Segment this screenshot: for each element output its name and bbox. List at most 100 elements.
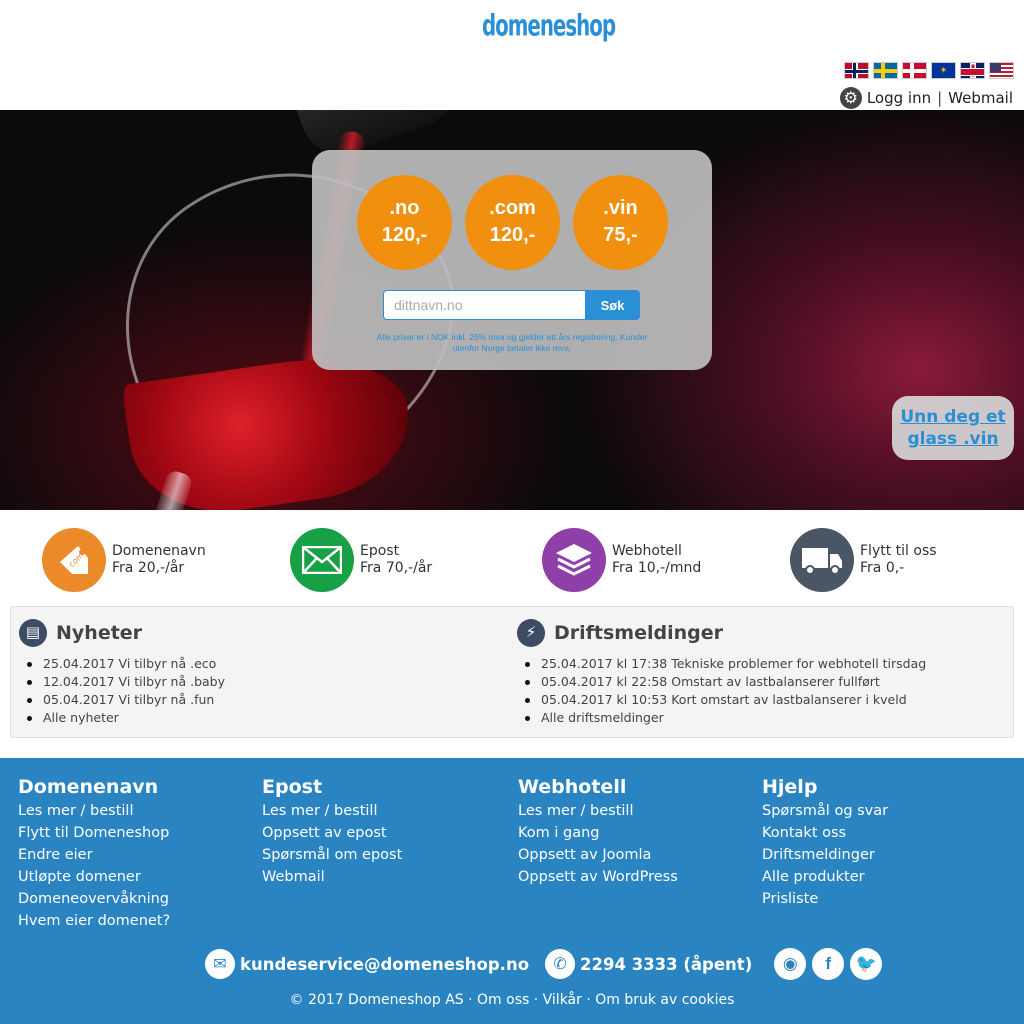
ops-item[interactable]: 05.04.2017 kl 10:53 Kort omstart av last… — [525, 691, 926, 709]
footer-heading: Domenenavn — [18, 776, 159, 798]
footer-column-domenenavn: Domenenavn Les mer / bestill Flytt til D… — [18, 776, 170, 932]
footer-link[interactable]: Oppsett av WordPress — [518, 866, 678, 888]
news-item[interactable]: 12.04.2017 Vi tilbyr nå .baby — [27, 673, 225, 691]
product-price: Fra 20,-/år — [112, 560, 185, 576]
news-title: Nyheter — [56, 622, 143, 644]
product-webhotell[interactable]: Webhotell Fra 10,-/mnd — [542, 528, 701, 592]
all-news-link[interactable]: Alle nyheter — [27, 709, 225, 727]
footer-column-webhotell: Webhotell Les mer / bestill Kom i gang O… — [518, 776, 678, 888]
product-title: Webhotell — [612, 543, 682, 559]
footer-column-hjelp: Hjelp Spørsmål og svar Kontakt oss Drift… — [762, 776, 888, 910]
footer-link[interactable]: Spørsmål og svar — [762, 800, 888, 822]
facebook-icon[interactable]: f — [812, 948, 845, 980]
footer-link[interactable]: Spørsmål om epost — [262, 844, 402, 866]
product-price: Fra 70,-/år — [360, 560, 433, 576]
footer-link[interactable]: Prisliste — [762, 888, 888, 910]
footer-heading: Webhotell — [518, 776, 627, 798]
price-circle-vin[interactable]: .vin 75,- — [573, 175, 668, 270]
footer-link[interactable]: Kontakt oss — [762, 822, 888, 844]
news-column: ▤ Nyheter 25.04.2017 Vi tilbyr nå .eco 1… — [19, 619, 225, 727]
sweden-flag-icon[interactable] — [873, 62, 898, 79]
truck-icon — [790, 528, 854, 592]
contact-bar: ✉ kundeservice@domeneshop.no ✆ 2294 3333… — [205, 948, 883, 980]
tag-icon: com — [42, 528, 106, 592]
footer-link[interactable]: Webmail — [262, 866, 402, 888]
site-header: domeneshop ✶ ⚙ Logg inn | Webmail — [0, 0, 1024, 110]
footer-link[interactable]: Flytt til Domeneshop — [18, 822, 170, 844]
domain-price-box: .no 120,- .com 120,- .vin 75,- Søk Alle … — [312, 150, 712, 370]
us-flag-icon[interactable] — [989, 62, 1014, 79]
ops-item[interactable]: 05.04.2017 kl 22:58 Omstart av lastbalan… — [525, 673, 926, 691]
footer-link[interactable]: Endre eier — [18, 844, 170, 866]
footer-heading: Epost — [262, 776, 323, 798]
footer-link[interactable]: Utløpte domener — [18, 866, 170, 888]
footer-link[interactable]: Les mer / bestill — [518, 800, 678, 822]
email-icon: ✉ — [205, 949, 235, 979]
login-link[interactable]: Logg inn — [867, 89, 931, 107]
footer-heading: Hjelp — [762, 776, 818, 798]
uk-flag-icon[interactable] — [960, 62, 985, 79]
ops-item[interactable]: 25.04.2017 kl 17:38 Tekniske problemer f… — [525, 655, 926, 673]
footer-link[interactable]: Kom i gang — [518, 822, 678, 844]
norway-flag-icon[interactable] — [844, 62, 869, 79]
product-epost[interactable]: Epost Fra 70,-/år — [290, 528, 432, 592]
footer-link[interactable]: Oppsett av Joomla — [518, 844, 678, 866]
product-price: Fra 0,- — [860, 560, 905, 576]
lightning-icon: ⚡ — [517, 619, 545, 647]
rss-icon[interactable]: ◉ — [774, 948, 807, 980]
footer-link[interactable]: Oppsett av epost — [262, 822, 402, 844]
site-footer: Domenenavn Les mer / bestill Flytt til D… — [0, 758, 1024, 1024]
domeneshop-logo[interactable]: domeneshop — [482, 10, 616, 44]
news-item[interactable]: 25.04.2017 Vi tilbyr nå .eco — [27, 655, 225, 673]
footer-link[interactable]: Hvem eier domenet? — [18, 910, 170, 932]
eu-flag-icon[interactable]: ✶ — [931, 62, 956, 79]
support-phone[interactable]: 2294 3333 (åpent) — [580, 955, 752, 974]
product-price: Fra 10,-/mnd — [612, 560, 702, 576]
webmail-link[interactable]: Webmail — [948, 89, 1013, 107]
price-circle-com[interactable]: .com 120,- — [465, 175, 560, 270]
footer-link[interactable]: Domeneovervåkning — [18, 888, 170, 910]
tld-label: .vin — [603, 197, 638, 219]
ops-column: ⚡ Driftsmeldinger 25.04.2017 kl 17:38 Te… — [517, 619, 926, 727]
footer-link[interactable]: Driftsmeldinger — [762, 844, 888, 866]
vin-promo-link-line2[interactable]: glass .vin — [907, 429, 998, 449]
phone-icon: ✆ — [545, 949, 576, 979]
product-title: Epost — [360, 543, 400, 559]
domain-search: Søk — [383, 290, 640, 320]
news-list: 25.04.2017 Vi tilbyr nå .eco 12.04.2017 … — [27, 655, 225, 727]
vin-promo-box: Unn deg et glass .vin — [892, 396, 1014, 460]
footer-link[interactable]: Les mer / bestill — [18, 800, 170, 822]
tld-price: 75,- — [603, 224, 638, 246]
ops-list: 25.04.2017 kl 17:38 Tekniske problemer f… — [525, 655, 926, 727]
footer-link[interactable]: Les mer / bestill — [262, 800, 402, 822]
price-circle-no[interactable]: .no 120,- — [357, 175, 452, 270]
tld-price: 120,- — [381, 224, 428, 246]
language-flags: ✶ — [844, 62, 1014, 79]
price-disclaimer: Alle priser er i NOK inkl. 25% mva og gj… — [376, 332, 648, 353]
layers-icon — [542, 528, 606, 592]
newspaper-icon: ▤ — [19, 619, 47, 647]
hero-banner: .no 120,- .com 120,- .vin 75,- Søk Alle … — [0, 110, 1024, 510]
product-title: Flytt til oss — [860, 543, 937, 559]
tld-label: .com — [489, 197, 536, 219]
login-bar: ⚙ Logg inn | Webmail — [839, 87, 1013, 109]
all-ops-link[interactable]: Alle driftsmeldinger — [525, 709, 926, 727]
denmark-flag-icon[interactable] — [902, 62, 927, 79]
product-domenenavn[interactable]: com Domenenavn Fra 20,-/år — [42, 528, 206, 592]
vin-promo-link-line1[interactable]: Unn deg et — [900, 407, 1005, 427]
news-panel: ▤ Nyheter 25.04.2017 Vi tilbyr nå .eco 1… — [10, 606, 1014, 738]
news-item[interactable]: 05.04.2017 Vi tilbyr nå .fun — [27, 691, 225, 709]
tld-label: .no — [389, 197, 420, 219]
ops-title: Driftsmeldinger — [554, 622, 724, 644]
product-flytt[interactable]: Flytt til oss Fra 0,- — [790, 528, 937, 592]
tld-price: 120,- — [489, 224, 536, 246]
product-strip: com Domenenavn Fra 20,-/år Epost Fra 70,… — [0, 510, 1024, 606]
support-email-link[interactable]: kundeservice@domeneshop.no — [240, 955, 529, 974]
copyright-line[interactable]: © 2017 Domeneshop AS · Om oss · Vilkår ·… — [0, 992, 1024, 1008]
domain-search-input[interactable] — [383, 290, 585, 320]
twitter-icon[interactable]: 🐦 — [850, 948, 883, 980]
gear-icon[interactable]: ⚙ — [839, 87, 862, 109]
footer-link[interactable]: Alle produkter — [762, 866, 888, 888]
search-button[interactable]: Søk — [585, 290, 640, 320]
footer-column-epost: Epost Les mer / bestill Oppsett av epost… — [262, 776, 402, 888]
